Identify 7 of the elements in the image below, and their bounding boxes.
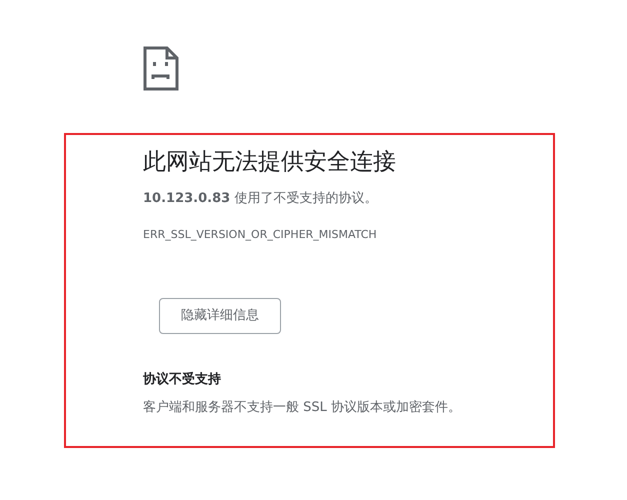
details-text: 客户端和服务器不支持一般 SSL 协议版本或加密套件。 <box>143 398 462 416</box>
sad-page-icon <box>143 46 179 91</box>
error-heading: 此网站无法提供安全连接 <box>143 148 397 177</box>
error-summary: 10.123.0.83 使用了不受支持的协议。 <box>143 190 378 208</box>
hide-details-button[interactable]: 隐藏详细信息 <box>159 298 281 334</box>
details-title: 协议不受支持 <box>143 370 222 389</box>
error-code: ERR_SSL_VERSION_OR_CIPHER_MISMATCH <box>143 226 378 243</box>
